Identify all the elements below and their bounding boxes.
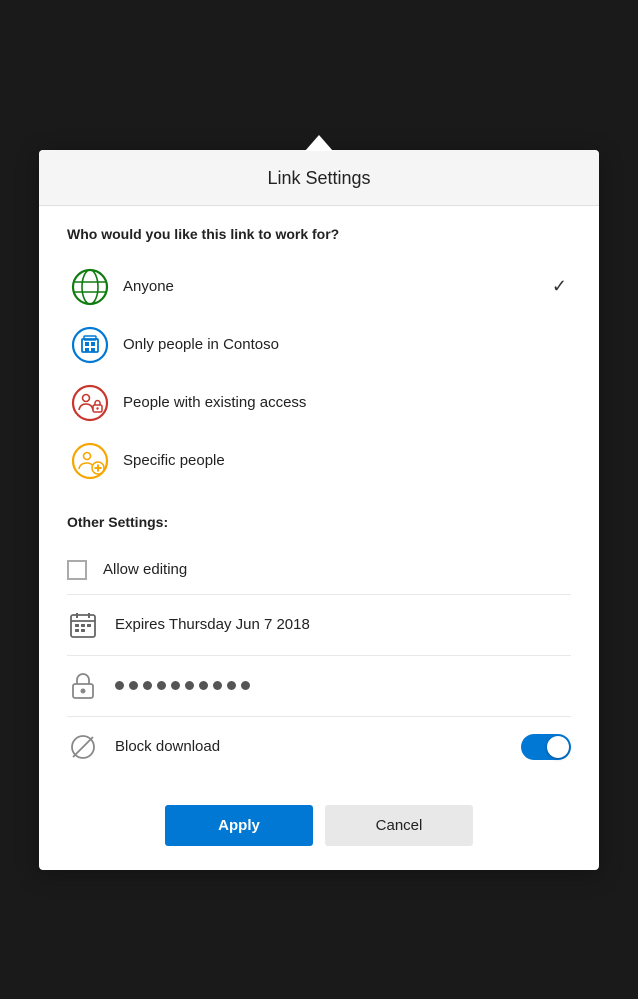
lock-icon xyxy=(67,670,99,702)
password-dot xyxy=(129,681,138,690)
building-icon xyxy=(71,326,109,364)
cancel-button[interactable]: Cancel xyxy=(325,805,473,846)
password-dot xyxy=(213,681,222,690)
group-add-icon xyxy=(71,442,109,480)
setting-block-download[interactable]: Block download xyxy=(67,717,571,777)
dialog-wrapper: Link Settings Who would you like this li… xyxy=(39,150,599,870)
password-dot xyxy=(241,681,250,690)
globe-icon xyxy=(71,268,109,306)
no-download-icon xyxy=(67,731,99,763)
dialog-arrow xyxy=(305,135,333,151)
setting-expires[interactable]: Expires Thursday Jun 7 2018 xyxy=(67,595,571,656)
dialog-title: Link Settings xyxy=(63,168,575,189)
setting-password[interactable] xyxy=(67,656,571,717)
password-dot xyxy=(185,681,194,690)
apply-button[interactable]: Apply xyxy=(165,805,313,846)
option-specific[interactable]: Specific people xyxy=(67,432,571,490)
option-anyone-check: ✓ xyxy=(552,276,567,297)
option-contoso-label: Only people in Contoso xyxy=(123,336,567,353)
group-lock-icon xyxy=(71,384,109,422)
other-settings-list: Allow editing xyxy=(67,546,571,777)
link-options-list: Anyone ✓ xyxy=(67,258,571,490)
password-field[interactable] xyxy=(115,681,250,690)
setting-allow-editing[interactable]: Allow editing xyxy=(67,546,571,595)
password-dot xyxy=(171,681,180,690)
block-download-label: Block download xyxy=(115,738,521,755)
dialog-body: Who would you like this link to work for… xyxy=(39,206,599,777)
other-settings-label: Other Settings: xyxy=(67,514,571,530)
dialog-footer: Apply Cancel xyxy=(39,785,599,870)
dialog-header: Link Settings xyxy=(39,150,599,206)
password-dot xyxy=(157,681,166,690)
password-dot xyxy=(227,681,236,690)
option-anyone-label: Anyone xyxy=(123,278,552,295)
option-specific-label: Specific people xyxy=(123,452,567,469)
password-dot xyxy=(199,681,208,690)
option-existing[interactable]: People with existing access xyxy=(67,374,571,432)
block-download-toggle[interactable] xyxy=(521,734,571,760)
option-existing-label: People with existing access xyxy=(123,394,567,411)
password-dot xyxy=(143,681,152,690)
calendar-icon xyxy=(67,609,99,641)
option-anyone[interactable]: Anyone ✓ xyxy=(67,258,571,316)
allow-editing-label: Allow editing xyxy=(103,561,571,578)
password-dot xyxy=(115,681,124,690)
allow-editing-checkbox[interactable] xyxy=(67,560,87,580)
option-contoso[interactable]: Only people in Contoso xyxy=(67,316,571,374)
link-settings-dialog: Link Settings Who would you like this li… xyxy=(39,150,599,870)
section-question: Who would you like this link to work for… xyxy=(67,226,571,242)
expires-label: Expires Thursday Jun 7 2018 xyxy=(115,616,571,633)
toggle-knob xyxy=(547,736,569,758)
